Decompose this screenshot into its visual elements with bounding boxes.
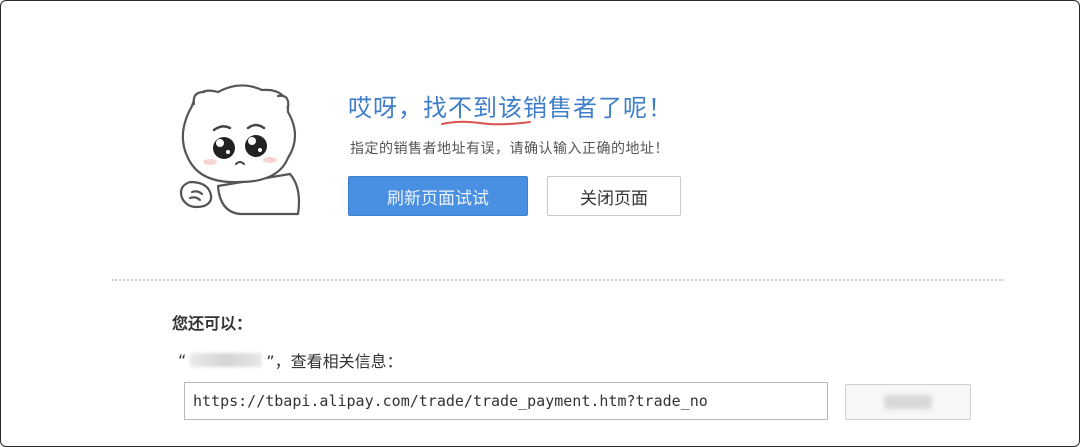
refresh-page-button[interactable]: 刷新页面试试: [348, 176, 528, 216]
copy-url-button[interactable]: [845, 384, 971, 420]
sad-mascot-icon: [179, 84, 301, 216]
url-field[interactable]: [184, 382, 828, 420]
error-title-prefix: 哎呀，: [348, 94, 423, 122]
page-frame: [0, 0, 1080, 447]
error-subtitle: 指定的销售者地址有误，请确认输入正确的地址！: [350, 141, 669, 157]
related-info-line: “ ”，查看相关信息：: [178, 348, 403, 372]
redacted-button-label: [884, 395, 932, 409]
close-page-button[interactable]: 关闭页面: [547, 176, 681, 216]
redacted-name: [190, 353, 263, 367]
section-divider: [112, 279, 1004, 281]
info-label: ”，查看相关信息：: [266, 352, 403, 371]
info-open-quote: “: [178, 350, 187, 370]
more-options-heading: 您还可以：: [172, 314, 253, 333]
handdrawn-underline-icon: [441, 120, 531, 126]
